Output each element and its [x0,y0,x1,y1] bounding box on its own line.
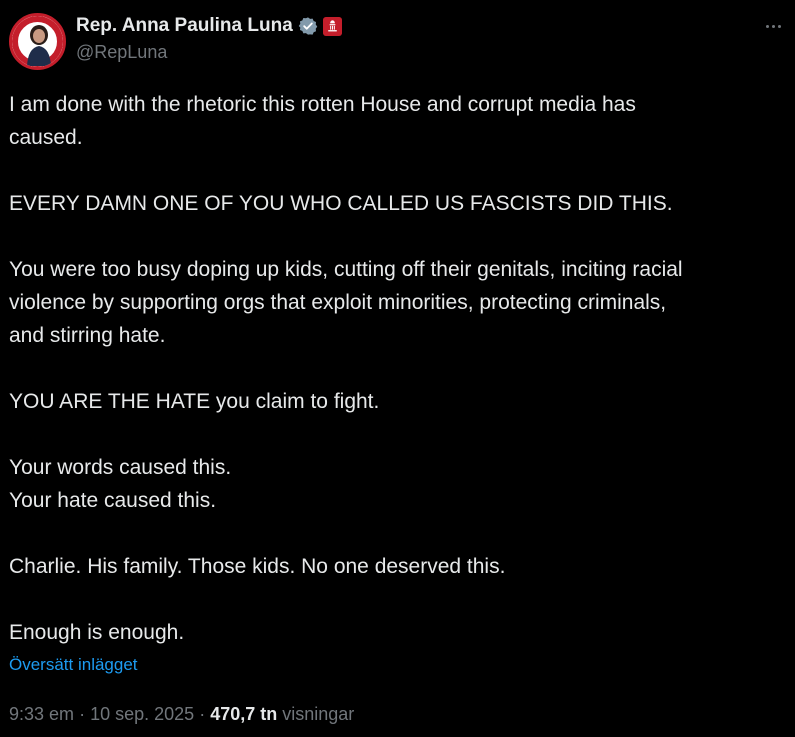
avatar-portrait [27,25,51,66]
tweet-text: I am done with the rhetoric this rotten … [9,88,794,649]
views-count[interactable]: 470,7 tn [210,704,277,724]
tweet-line: YOU ARE THE HATE you claim to fight. [9,390,380,413]
views-label: visningar [282,704,355,724]
tweet-line: violence by supporting orgs that exploit… [9,291,667,314]
author-handle[interactable]: @RepLuna [76,42,167,63]
tweet-line: I am done with the rhetoric this rotten … [9,93,636,116]
tweet-line: Enough is enough. [9,621,185,644]
author-avatar[interactable] [9,13,66,70]
tweet-line: Your words caused this. [9,456,232,479]
author-name-row: Rep. Anna Paulina Luna [76,14,342,38]
meta-separator: · [79,704,86,724]
verified-badge-icon[interactable] [298,16,318,36]
tweet-line: and stirring hate. [9,324,166,347]
meta-separator: · [199,704,206,724]
tweet-line: caused. [9,126,83,149]
translate-post-link[interactable]: Översätt inlägget [9,655,138,675]
tweet-line: EVERY DAMN ONE OF YOU WHO CALLED US FASC… [9,192,673,215]
tweet-line: You were too busy doping up kids, cuttin… [9,258,683,281]
author-display-name[interactable]: Rep. Anna Paulina Luna [76,15,293,37]
post-date[interactable]: 10 sep. 2025 [90,704,194,724]
tweet-card: Rep. Anna Paulina Luna @RepLuna I am don… [0,0,795,737]
post-time[interactable]: 9:33 em [9,704,74,724]
tweet-line: Your hate caused this. [9,489,217,512]
more-options-icon[interactable] [761,14,785,38]
us-house-icon[interactable] [322,16,342,36]
tweet-line: Charlie. His family. Those kids. No one … [9,555,506,578]
tweet-meta: 9:33 em · 10 sep. 2025 · 470,7 tn visnin… [9,704,354,725]
